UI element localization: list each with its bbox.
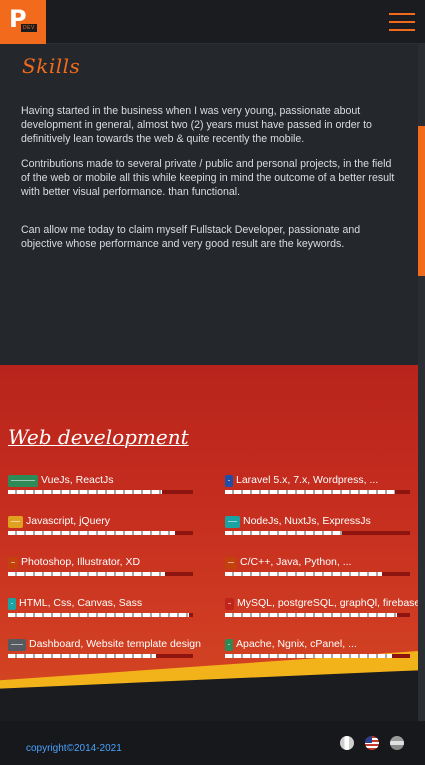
skills-paragraph: Having started in the business when I wa… (21, 105, 372, 145)
skill-label: Apache, Ngnix, cPanel, ... (236, 638, 357, 650)
skill-item: VueJs, ReactJs (8, 474, 208, 505)
skill-color-chip (8, 598, 16, 610)
skills-title: Skills (22, 54, 81, 78)
skill-color-chip (8, 557, 18, 569)
skill-progress-bar (8, 490, 193, 494)
skill-progress-bar (225, 531, 410, 535)
skill-progress-bar (8, 572, 193, 576)
skill-progress-fill (225, 613, 397, 617)
web-development-title: Web development (8, 425, 189, 449)
copyright-text: copyright©2014-2021 (26, 743, 122, 754)
skill-item: Dashboard, Website template design (8, 638, 208, 669)
skill-progress-fill (8, 572, 165, 576)
skill-color-chip (225, 557, 237, 569)
skill-label: HTML, Css, Canvas, Sass (19, 597, 143, 609)
skill-item: Javascript, jQuery (8, 515, 208, 546)
skill-progress-bar (225, 654, 410, 658)
skill-label: Dashboard, Website template design (29, 638, 201, 650)
skill-color-chip (225, 475, 233, 487)
skill-item: Apache, Ngnix, cPanel, ... (225, 638, 418, 669)
skill-label: Javascript, jQuery (26, 515, 111, 527)
skill-label: MySQL, postgreSQL, graphQl, firebase (237, 597, 418, 609)
skill-item: C/C++, Java, Python, ... (225, 556, 418, 587)
language-flag-icon[interactable] (390, 736, 404, 750)
skill-progress-fill (8, 654, 156, 658)
skill-label: NodeJs, NuxtJs, ExpressJs (243, 515, 371, 527)
skill-item: NodeJs, NuxtJs, ExpressJs (225, 515, 418, 546)
skill-progress-bar (8, 654, 193, 658)
top-navbar: P DEV (0, 0, 425, 44)
skill-label: VueJs, ReactJs (41, 474, 114, 486)
skill-label: Photoshop, Illustrator, XD (21, 556, 141, 568)
skill-color-chip (225, 516, 240, 528)
skill-item: HTML, Css, Canvas, Sass (8, 597, 208, 628)
us-flag-icon[interactable] (365, 736, 379, 750)
skill-progress-bar (8, 613, 193, 617)
french-flag-icon[interactable] (340, 736, 354, 750)
skill-color-chip (225, 639, 233, 651)
scrollbar-thumb[interactable] (418, 126, 425, 276)
skill-color-chip (225, 598, 234, 610)
skill-color-chip (8, 516, 23, 528)
skill-progress-bar (225, 490, 410, 494)
skills-paragraph: Contributions made to several private / … (21, 158, 395, 198)
skill-progress-fill (8, 531, 175, 535)
hamburger-icon[interactable] (389, 13, 415, 31)
skill-progress-fill (225, 490, 395, 494)
skill-progress-fill (225, 572, 382, 576)
skill-label: Laravel 5.x, 7.x, Wordpress, ... (236, 474, 379, 486)
skills-section: Skills Having started in the business wh… (0, 44, 418, 365)
logo-mark: P DEV (7, 6, 39, 38)
logo[interactable]: P DEV (0, 0, 46, 44)
skill-color-chip (8, 475, 38, 487)
skill-progress-fill (225, 654, 392, 658)
skills-paragraph: Can allow me today to claim myself Fulls… (21, 224, 361, 250)
skill-item: Laravel 5.x, 7.x, Wordpress, ... (225, 474, 418, 505)
skill-progress-fill (225, 531, 342, 535)
skill-progress-bar (225, 572, 410, 576)
footer: copyright©2014-2021 (0, 721, 425, 765)
skill-progress-fill (8, 613, 189, 617)
skill-item: MySQL, postgreSQL, graphQl, firebase (225, 597, 418, 628)
skill-progress-bar (8, 531, 193, 535)
web-development-section: Web development VueJs, ReactJs Laravel 5.… (0, 365, 418, 721)
skill-progress-fill (8, 490, 162, 494)
skill-label: C/C++, Java, Python, ... (240, 556, 352, 568)
skill-color-chip (8, 639, 26, 651)
logo-tag: DEV (21, 24, 37, 32)
page: P DEV Skills Having started in the busin… (0, 0, 425, 765)
skill-progress-bar (225, 613, 410, 617)
skill-item: Photoshop, Illustrator, XD (8, 556, 208, 587)
